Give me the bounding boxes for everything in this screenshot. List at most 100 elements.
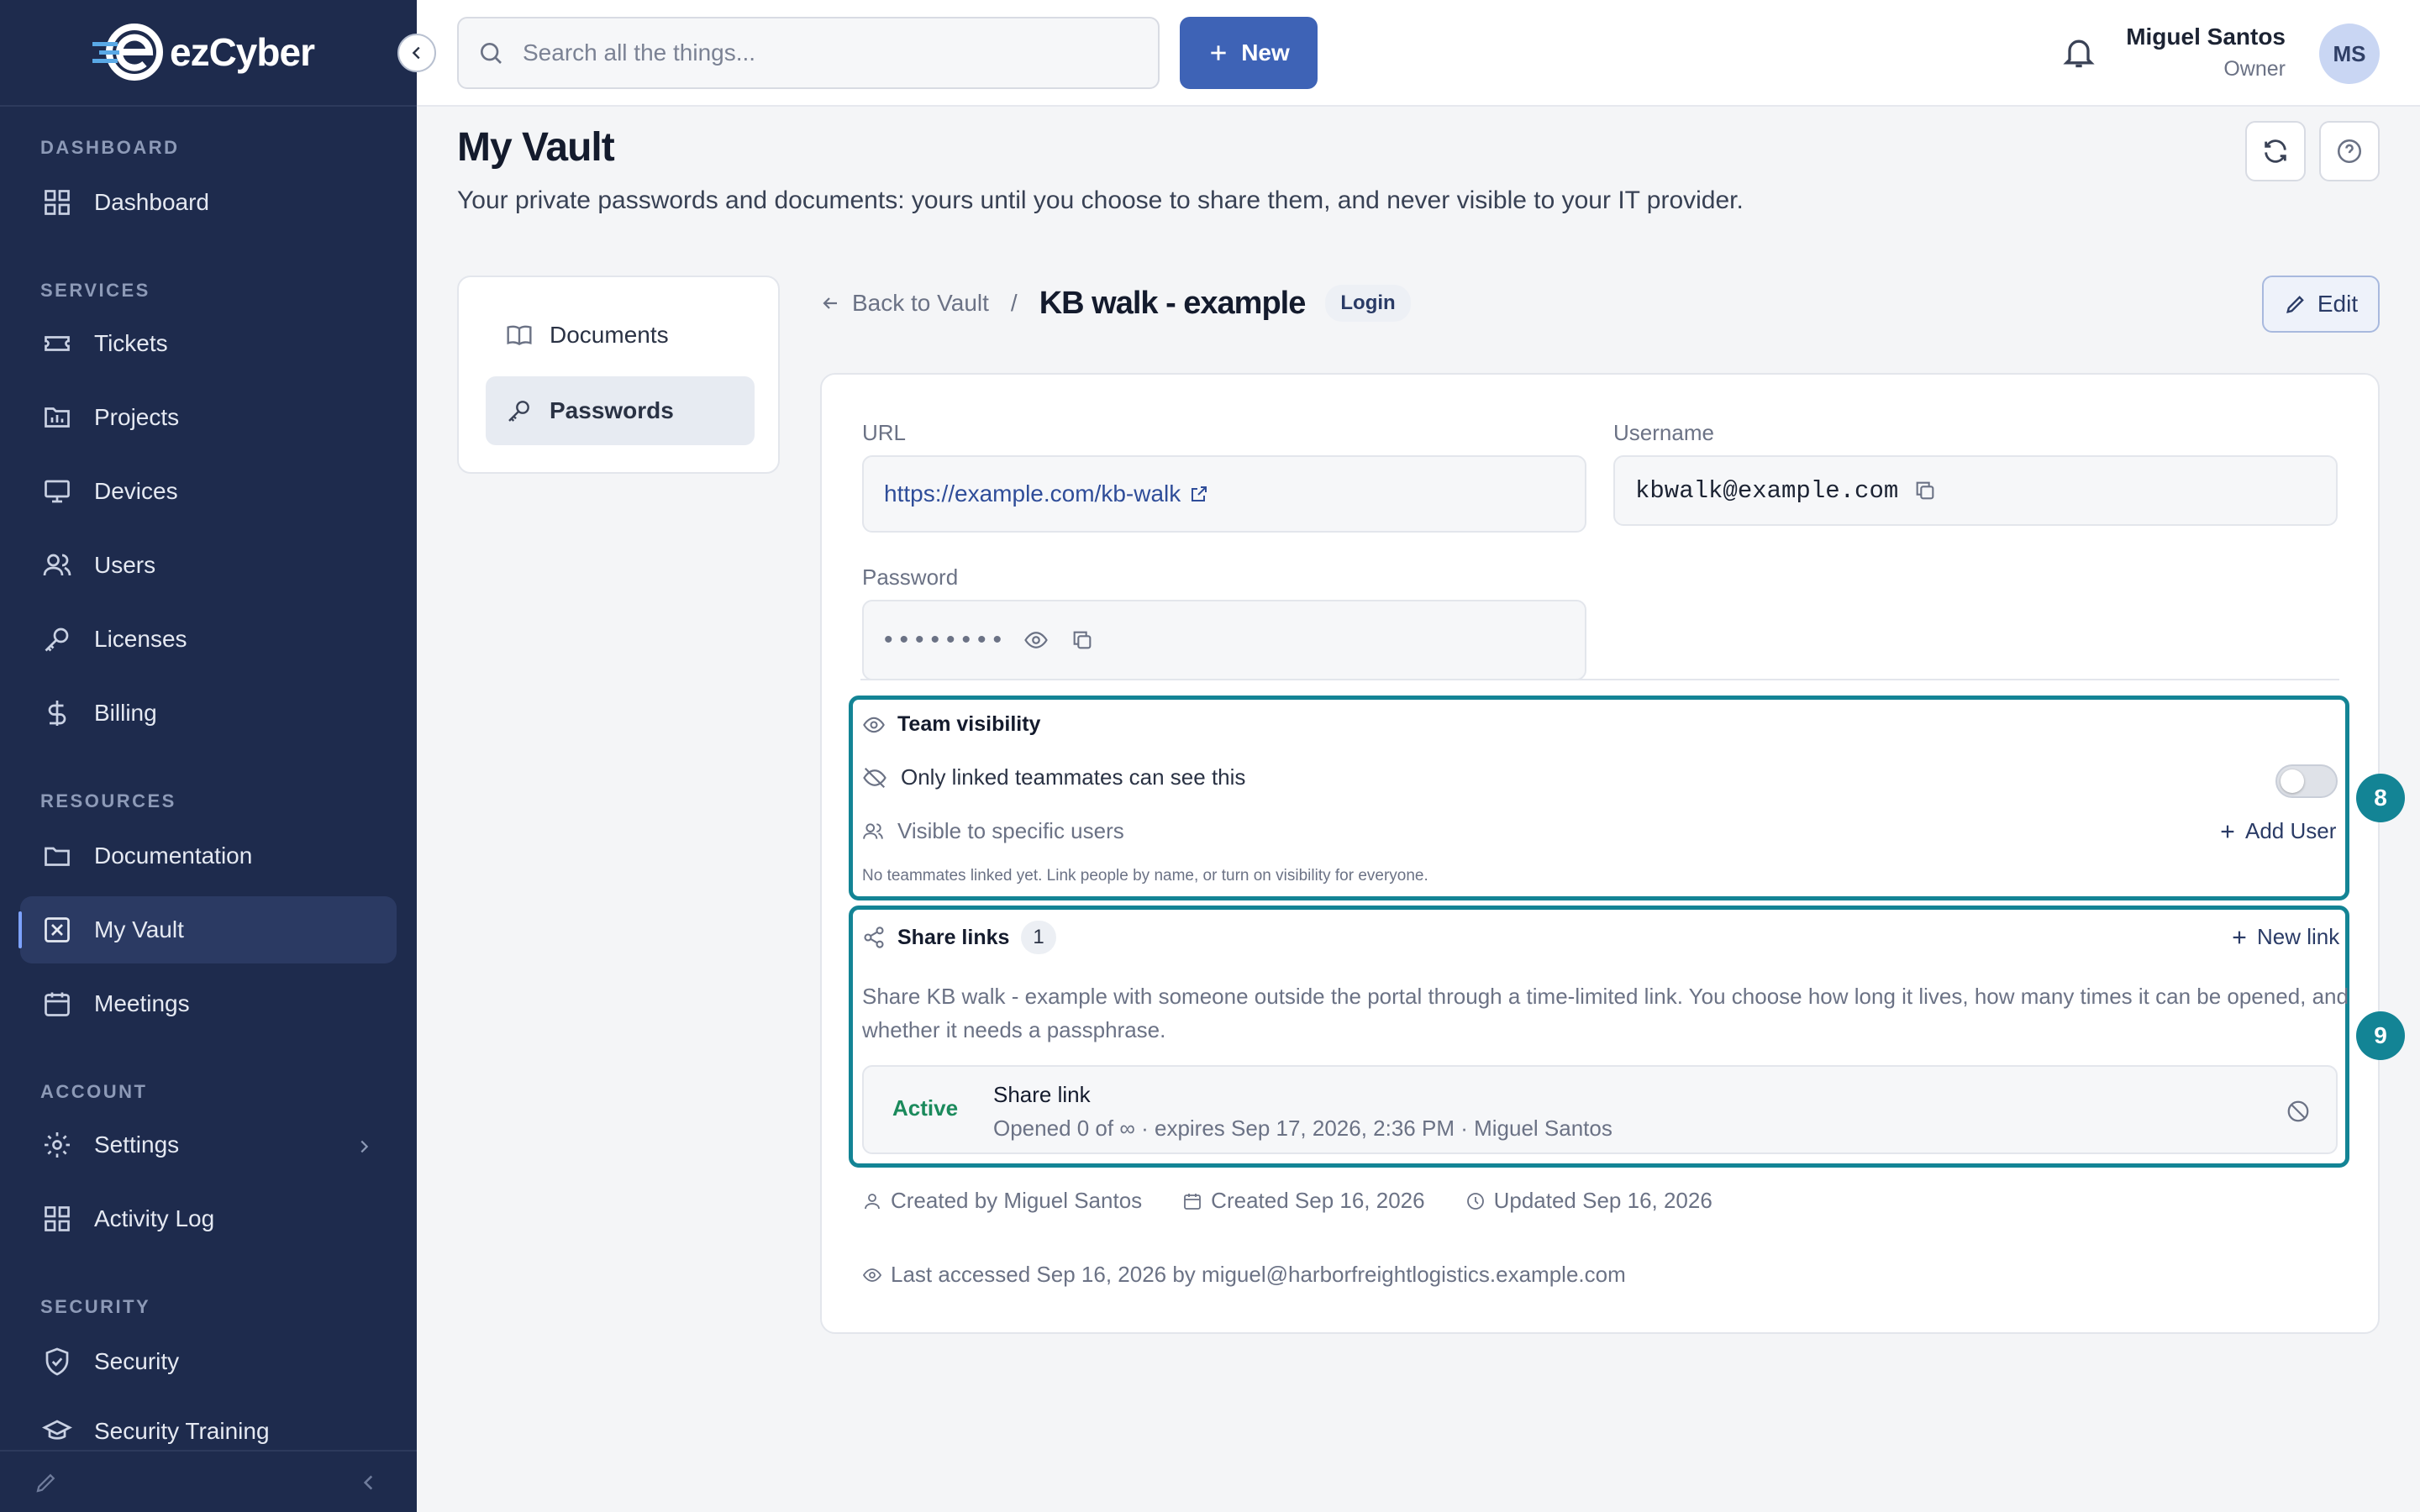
search-input[interactable]: Search all the things...	[457, 17, 1160, 89]
sidebar: ezCyber DASHBOARD Dashboard SERVICES Tic…	[0, 0, 417, 1512]
new-link-label: New link	[2257, 924, 2340, 949]
plus-icon	[2233, 931, 2246, 943]
url-value[interactable]: https://example.com/kb-walk	[884, 480, 1181, 507]
back-to-vault-link[interactable]: Back to Vault	[820, 290, 989, 317]
sidebar-item-activity-log[interactable]: Activity Log	[20, 1185, 397, 1252]
key-icon	[40, 622, 74, 656]
sidebar-toggle-button[interactable]	[397, 34, 436, 72]
url-field[interactable]: https://example.com/kb-walk	[862, 455, 1586, 533]
sidebar-item-label: Security	[94, 1348, 180, 1374]
edit-button[interactable]: Edit	[2262, 276, 2380, 333]
collapse-sidebar-icon[interactable]	[358, 1472, 380, 1498]
refresh-button[interactable]	[2245, 121, 2306, 181]
logo-mark-icon	[91, 22, 166, 82]
created-by-text: Created by Miguel Santos	[891, 1188, 1143, 1213]
created-by: Created by Miguel Santos	[862, 1188, 1142, 1214]
url-label: URL	[862, 420, 907, 445]
sidebar-item-label: Users	[94, 552, 156, 578]
sidebar-item-users[interactable]: Users	[20, 532, 397, 599]
divider	[860, 679, 2339, 680]
copy-icon[interactable]	[1913, 479, 1937, 502]
sidebar-item-licenses[interactable]: Licenses	[20, 606, 397, 673]
revoke-button[interactable]	[2286, 1099, 2311, 1128]
user-icon	[865, 1193, 880, 1209]
refresh-icon	[2265, 139, 2286, 163]
external-link-icon[interactable]	[1189, 484, 1209, 504]
only-linked-label: Only linked teammates can see this	[901, 764, 1246, 790]
tab-documents-label: Documents	[550, 322, 669, 348]
copy-icon[interactable]	[1071, 628, 1094, 652]
sidebar-item-tickets[interactable]: Tickets	[20, 310, 397, 377]
logo[interactable]: ezCyber	[91, 18, 315, 86]
users-icon	[863, 822, 883, 839]
new-button[interactable]: New	[1180, 17, 1318, 89]
sidebar-item-billing[interactable]: Billing	[20, 680, 397, 747]
sidebar-footer	[0, 1450, 417, 1512]
plus-icon	[1211, 45, 1226, 60]
sidebar-item-label: My Vault	[94, 916, 184, 942]
tab-passwords[interactable]: Passwords	[486, 376, 755, 445]
eye-icon	[862, 1268, 882, 1282]
password-label: Password	[862, 564, 959, 590]
sidebar-item-label: Documentation	[94, 843, 253, 869]
visibility-toggle[interactable]	[2275, 764, 2338, 798]
graduation-cap-icon	[40, 1415, 74, 1448]
sidebar-item-dashboard[interactable]: Dashboard	[20, 169, 397, 236]
no-teammates-note: No teammates linked yet. Link people by …	[862, 867, 1428, 885]
add-user-button[interactable]: Add User	[2218, 818, 2336, 844]
folder-icon	[40, 839, 74, 873]
share-link-name: Share link	[993, 1082, 1091, 1107]
page-title: My Vault	[457, 125, 615, 170]
username-label: Username	[1613, 420, 1714, 445]
page-subtitle: Your private passwords and documents: yo…	[457, 186, 1744, 214]
eye-off-icon	[863, 767, 886, 788]
sidebar-item-documentation[interactable]: Documentation	[20, 822, 397, 890]
shield-icon	[40, 1345, 74, 1378]
user-name: Miguel Santos	[2126, 24, 2286, 50]
password-field[interactable]: ••••••••	[862, 600, 1586, 680]
help-button[interactable]	[2319, 121, 2380, 181]
status-badge: Active	[892, 1095, 959, 1121]
section-security: SECURITY	[40, 1296, 151, 1317]
sidebar-item-projects[interactable]: Projects	[20, 384, 397, 451]
calendar-icon	[40, 987, 74, 1021]
back-to-vault-label: Back to Vault	[852, 290, 989, 316]
sidebar-item-devices[interactable]: Devices	[20, 458, 397, 525]
created-date: Created Sep 16, 2026	[1182, 1188, 1425, 1214]
entry-title: KB walk - example	[1039, 285, 1307, 321]
chevron-right-icon	[355, 1135, 373, 1162]
section-resources: RESOURCES	[40, 790, 176, 811]
sidebar-item-label: Meetings	[94, 990, 190, 1016]
visible-users-row: Visible to specific users	[862, 818, 1124, 844]
breadcrumb-separator: /	[1010, 290, 1018, 316]
logo-text: ezCyber	[170, 30, 315, 74]
eye-icon[interactable]	[1023, 627, 1049, 653]
share-link-row[interactable]: Active Share link Opened 0 of ∞ · expire…	[862, 1065, 2338, 1154]
sidebar-item-meetings[interactable]: Meetings	[20, 970, 397, 1037]
sidebar-item-label: Licenses	[94, 626, 187, 652]
visible-users-label: Visible to specific users	[897, 818, 1124, 843]
tab-passwords-label: Passwords	[550, 397, 674, 423]
team-visibility-label: Team visibility	[897, 712, 1041, 736]
plus-icon	[2221, 825, 2234, 837]
calendar-icon	[1184, 1193, 1202, 1210]
search-placeholder: Search all the things...	[523, 39, 756, 66]
username-field[interactable]: kbwalk@example.com	[1613, 455, 2338, 526]
updated-date-text: Updated Sep 16, 2026	[1493, 1188, 1712, 1213]
sidebar-item-label: Tickets	[94, 330, 168, 356]
tab-documents[interactable]: Documents	[486, 301, 755, 370]
logo-row: ezCyber	[0, 0, 417, 107]
avatar[interactable]: MS	[2319, 24, 2380, 84]
sidebar-item-security[interactable]: Security	[20, 1328, 397, 1395]
pencil-icon[interactable]	[34, 1470, 59, 1499]
share-icon	[864, 927, 884, 948]
step-marker-9: 9	[2356, 1011, 2405, 1060]
vault-icon	[40, 913, 74, 947]
sidebar-item-settings[interactable]: Settings	[20, 1111, 397, 1179]
section-services: SERVICES	[40, 280, 150, 301]
section-dashboard: DASHBOARD	[40, 137, 180, 158]
sidebar-item-my-vault[interactable]: My Vault	[18, 896, 397, 963]
grid-icon	[40, 1202, 74, 1236]
new-link-button[interactable]: New link	[2230, 924, 2339, 950]
notifications-button[interactable]	[2060, 34, 2097, 75]
